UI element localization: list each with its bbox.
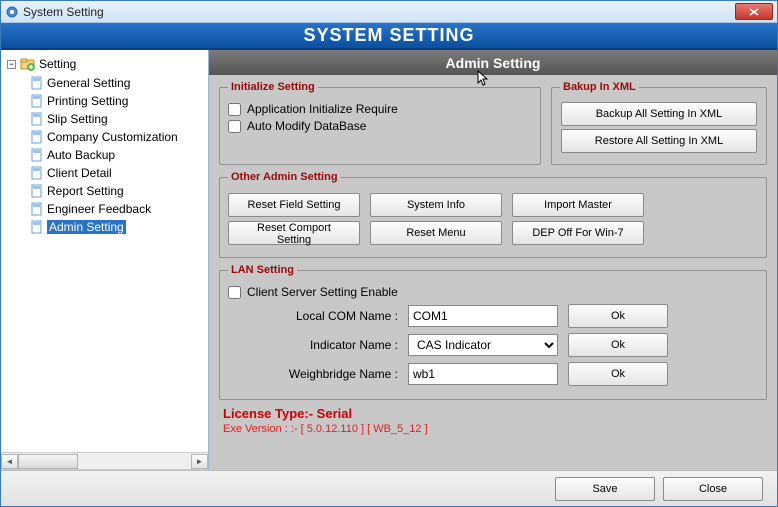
footer: Save Close	[1, 470, 777, 506]
checkbox-label: Auto Modify DataBase	[247, 119, 366, 133]
backup-legend: Bakup In XML	[560, 81, 639, 93]
exe-version: Exe Version : :- [ 5.0.12.110 ] [ WB_5_1…	[223, 423, 763, 435]
tree-item-engineer[interactable]: Engineer Feedback	[1, 200, 208, 218]
license-info: License Type:- Serial Exe Version : :- […	[219, 404, 767, 437]
tree-item-label: General Setting	[47, 76, 130, 90]
indicator-ok-button[interactable]: Ok	[568, 333, 668, 357]
collapse-icon[interactable]: −	[7, 60, 16, 69]
restore-all-xml-button[interactable]: Restore All Setting In XML	[561, 129, 757, 153]
window-close-button[interactable]	[735, 3, 773, 20]
tree-item-slip[interactable]: Slip Setting	[1, 110, 208, 128]
weighbridge-input[interactable]	[408, 363, 558, 385]
local-com-input[interactable]	[408, 305, 558, 327]
page-icon	[29, 93, 45, 109]
app-init-require-input[interactable]	[228, 103, 241, 116]
scroll-left-button[interactable]: ◄	[1, 454, 18, 469]
scroll-track[interactable]	[18, 454, 191, 469]
auto-modify-db-checkbox[interactable]: Auto Modify DataBase	[228, 119, 532, 133]
page-icon	[29, 129, 45, 145]
tree-item-autobackup[interactable]: Auto Backup	[1, 146, 208, 164]
checkbox-label: Client Server Setting Enable	[247, 285, 398, 299]
page-icon	[29, 75, 45, 91]
reset-menu-button[interactable]: Reset Menu	[370, 221, 502, 245]
lan-setting-group: LAN Setting Client Server Setting Enable…	[219, 264, 767, 400]
backup-xml-group: Bakup In XML Backup All Setting In XML R…	[551, 81, 767, 165]
tree-item-report[interactable]: Report Setting	[1, 182, 208, 200]
page-icon	[29, 201, 45, 217]
tree-root-setting[interactable]: − Setting	[1, 54, 208, 74]
other-admin-group: Other Admin Setting Reset Field Setting …	[219, 171, 767, 258]
tree-item-label: Auto Backup	[47, 148, 115, 162]
auto-modify-db-input[interactable]	[228, 120, 241, 133]
page-icon	[29, 111, 45, 127]
settings-tree: − Setting General Setting Printing Setti…	[1, 50, 208, 452]
initialize-setting-group: Initialize Setting Application Initializ…	[219, 81, 541, 165]
page-icon	[29, 147, 45, 163]
local-com-ok-button[interactable]: Ok	[568, 304, 668, 328]
folder-add-icon	[20, 56, 36, 72]
license-type: License Type:- Serial	[223, 406, 763, 421]
tree-panel: − Setting General Setting Printing Setti…	[1, 50, 209, 469]
titlebar: System Setting	[1, 1, 777, 23]
page-banner: SYSTEM SETTING	[1, 23, 777, 50]
dep-off-win7-button[interactable]: DEP Off For Win-7	[512, 221, 644, 245]
indicator-label: Indicator Name :	[228, 338, 398, 352]
weighbridge-ok-button[interactable]: Ok	[568, 362, 668, 386]
reset-field-button[interactable]: Reset Field Setting	[228, 193, 360, 217]
page-banner-title: SYSTEM SETTING	[303, 25, 474, 46]
local-com-label: Local COM Name :	[228, 309, 398, 323]
tree-item-label: Company Customization	[47, 130, 178, 144]
initialize-legend: Initialize Setting	[228, 81, 318, 93]
tree-item-general[interactable]: General Setting	[1, 74, 208, 92]
tree-item-label: Printing Setting	[47, 94, 128, 108]
panel-header: Admin Setting	[209, 50, 777, 75]
tree-item-label: Report Setting	[47, 184, 124, 198]
tree-item-label: Admin Setting	[47, 220, 126, 234]
tree-item-label: Engineer Feedback	[47, 202, 151, 216]
tree-hscrollbar[interactable]: ◄ ►	[1, 452, 208, 469]
panel-header-title: Admin Setting	[446, 55, 541, 71]
tree-root-label: Setting	[39, 57, 76, 71]
close-button[interactable]: Close	[663, 477, 763, 501]
tree-item-label: Slip Setting	[47, 112, 108, 126]
other-legend: Other Admin Setting	[228, 171, 341, 183]
import-master-button[interactable]: Import Master	[512, 193, 644, 217]
tree-item-printing[interactable]: Printing Setting	[1, 92, 208, 110]
lan-legend: LAN Setting	[228, 264, 297, 276]
backup-all-xml-button[interactable]: Backup All Setting In XML	[561, 102, 757, 126]
scroll-right-button[interactable]: ►	[191, 454, 208, 469]
weighbridge-label: Weighbridge Name :	[228, 367, 398, 381]
tree-item-clientdetail[interactable]: Client Detail	[1, 164, 208, 182]
client-server-enable-checkbox[interactable]: Client Server Setting Enable	[228, 285, 758, 299]
app-init-require-checkbox[interactable]: Application Initialize Require	[228, 102, 532, 116]
save-button[interactable]: Save	[555, 477, 655, 501]
system-info-button[interactable]: System Info	[370, 193, 502, 217]
gear-icon	[5, 5, 19, 19]
tree-item-label: Client Detail	[47, 166, 112, 180]
indicator-select[interactable]: CAS Indicator	[408, 334, 558, 356]
scroll-thumb[interactable]	[18, 454, 78, 469]
page-icon	[29, 219, 45, 235]
content-panel: Admin Setting Initialize Setting Applica…	[209, 50, 777, 469]
page-icon	[29, 183, 45, 199]
client-server-enable-input[interactable]	[228, 286, 241, 299]
page-icon	[29, 165, 45, 181]
reset-comport-button[interactable]: Reset Comport Setting	[228, 221, 360, 245]
tree-item-company[interactable]: Company Customization	[1, 128, 208, 146]
tree-item-admin[interactable]: Admin Setting	[1, 218, 208, 236]
window-title: System Setting	[23, 5, 104, 19]
checkbox-label: Application Initialize Require	[247, 102, 398, 116]
